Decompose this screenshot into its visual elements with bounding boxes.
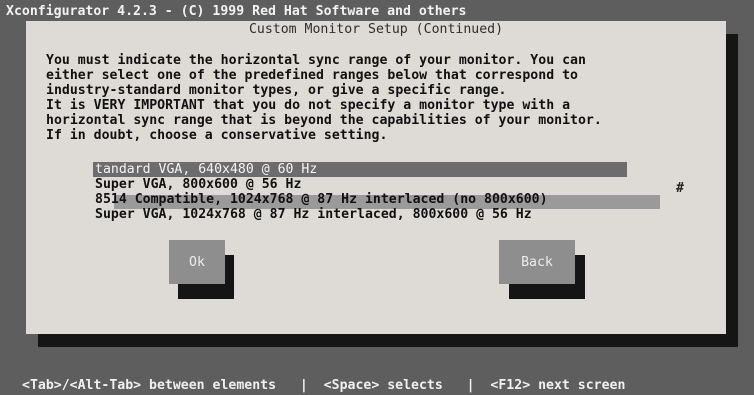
status-bar-help: <Tab>/<Alt-Tab> between elements | <Spac… [22, 378, 626, 393]
instructions-text: You must indicate the horizontal sync ra… [46, 53, 602, 143]
dialog-title: Custom Monitor Setup (Continued) [248, 22, 504, 37]
custom-monitor-dialog: Custom Monitor Setup (Continued) You mus… [26, 21, 726, 334]
monitor-option-super-vga-800[interactable]: Super VGA, 800x600 @ 56 Hz [93, 177, 733, 192]
back-button[interactable]: Back [499, 240, 575, 284]
ok-button[interactable]: Ok [169, 240, 225, 284]
scroll-marker: # [676, 181, 684, 196]
monitor-type-list[interactable]: tandard VGA, 640x480 @ 60 Hz Super VGA, … [93, 162, 733, 222]
monitor-option-super-vga-1024[interactable]: Super VGA, 1024x768 @ 87 Hz interlaced, … [93, 207, 733, 222]
monitor-option-standard-vga[interactable]: tandard VGA, 640x480 @ 60 Hz [93, 162, 627, 177]
monitor-option-8514-compatible[interactable]: 8514 Compatible, 1024x768 @ 87 Hz interl… [93, 192, 733, 207]
window-title: Xconfigurator 4.2.3 - (C) 1999 Red Hat S… [6, 4, 467, 19]
